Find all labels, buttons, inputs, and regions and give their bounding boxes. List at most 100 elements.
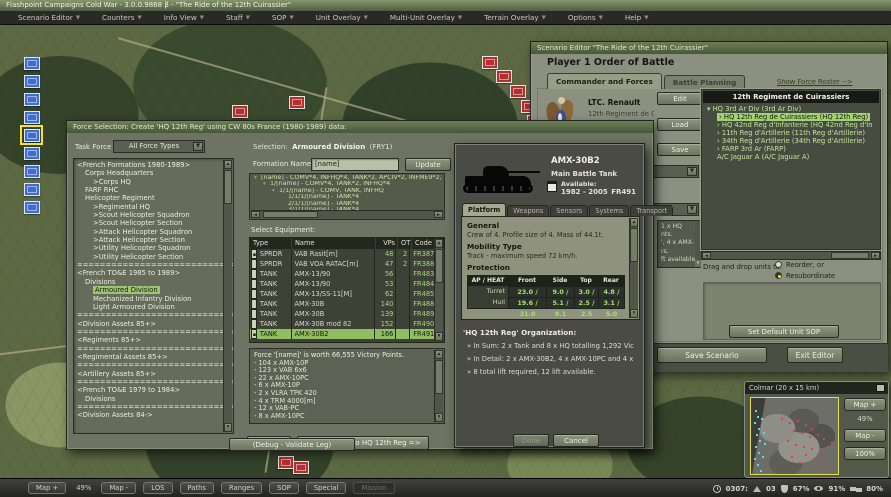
edit-button[interactable]: Edit [657, 92, 703, 105]
show-force-roster-link[interactable]: Show Force Roster --> [777, 78, 853, 86]
status-button[interactable]: Map + [28, 482, 66, 494]
scroll-up-icon[interactable]: ▴ [630, 218, 638, 227]
status-button[interactable]: Paths [180, 482, 214, 494]
minimap-thumbnail[interactable] [750, 397, 839, 475]
scroll-thumb[interactable] [224, 170, 232, 204]
checkbox[interactable] [250, 279, 259, 289]
unit-counter-blue[interactable] [24, 57, 40, 70]
expand-arrow-icon[interactable]: ▾ [254, 175, 261, 181]
exit-editor-button[interactable]: Exit Editor [787, 347, 843, 363]
table-row[interactable]: TANK AMX-13/90 56 FR483 [250, 269, 435, 279]
tree-item[interactable]: Armoured Division [74, 286, 233, 294]
checkbox[interactable] [250, 259, 259, 269]
tree-item[interactable]: › HQ 12th Reg de Cuirassiers (HQ 12th Re… [703, 113, 879, 121]
checkbox[interactable] [250, 289, 259, 299]
scrollbar-vertical[interactable]: ▴ ▾ [629, 218, 638, 318]
debug-validate-leg-button[interactable]: (Debug - Validate Leg) [229, 438, 355, 451]
force-selection-titlebar[interactable]: Force Selection: Create 'HQ 12th Reg' us… [67, 121, 653, 133]
checkbox[interactable] [250, 319, 259, 329]
tree-item[interactable]: <Regimental Assets 85+> [74, 353, 233, 361]
scroll-right-icon[interactable]: ▸ [434, 211, 443, 218]
set-default-unit-sop-button[interactable]: Set Default Unit SOP [729, 325, 839, 338]
table-row[interactable]: ▪ SPRDR VAB Rasit[m] 48 2 FR387 [250, 249, 435, 259]
scroll-down-icon[interactable]: ▾ [224, 423, 232, 432]
menu-item[interactable]: Unit Overlay ▼ [306, 13, 380, 22]
status-button[interactable]: SOP [269, 482, 299, 494]
tree-item[interactable]: >Utility Helicopter Section [74, 253, 233, 261]
scrollbar-vertical[interactable]: ▴ ▾ [223, 160, 232, 432]
tree-item[interactable]: Helicopter Regiment [74, 194, 233, 202]
scroll-down-icon[interactable]: ▾ [435, 332, 443, 341]
tree-item[interactable]: Light Armoured Division [74, 303, 233, 311]
radio-option[interactable]: Reorder, or [775, 259, 835, 270]
unit-counter-blue[interactable] [24, 165, 40, 178]
tree-item[interactable]: ▾ HQ 3rd Ar Div (3rd Ar Div) [703, 105, 879, 113]
tree-item[interactable]: › FARP 3rd Ar (FARP) [703, 145, 879, 153]
map-zoom-out-button[interactable]: Map - [844, 429, 886, 442]
table-row[interactable]: TANK AMX-13/90 53 FR484 [250, 279, 435, 289]
scroll-left-icon[interactable]: ◂ [251, 211, 260, 218]
scroll-left-icon[interactable]: ◂ [702, 252, 711, 259]
chevron-down-icon[interactable]: ▼ [687, 205, 697, 214]
scroll-up-icon[interactable]: ▴ [435, 350, 443, 359]
checkbox[interactable]: ▪ [250, 329, 259, 339]
tree-item[interactable]: A/C Jaguar A (A/C Jaguar A) [703, 153, 879, 161]
scroll-right-icon[interactable]: ▸ [871, 252, 880, 259]
tree-item[interactable]: >Regimental HQ [74, 203, 233, 211]
scrollbar-vertical[interactable]: ▴ ▾ [434, 350, 443, 422]
update-button[interactable]: Update [405, 158, 451, 171]
scroll-thumb[interactable] [435, 249, 443, 283]
unit-counter-red[interactable] [482, 56, 498, 69]
tree-item[interactable]: =================================== [74, 345, 233, 353]
tree-item[interactable]: >Attack Helicopter Squadron [74, 228, 233, 236]
save-button[interactable]: Save [657, 143, 703, 156]
scroll-thumb[interactable] [831, 252, 869, 259]
tree-item[interactable]: FARF RHC [74, 186, 233, 194]
menu-item[interactable]: Info View ▼ [154, 13, 216, 22]
radio-icon[interactable] [775, 272, 782, 279]
unit-counter-blue[interactable] [24, 183, 40, 196]
expand-arrow-icon[interactable]: ▾ [272, 188, 279, 194]
unit-counter-blue[interactable] [24, 93, 40, 106]
chevron-down-icon[interactable]: ▼ [687, 167, 697, 176]
scroll-up-icon[interactable]: ▴ [435, 239, 443, 248]
scroll-thumb[interactable] [263, 211, 318, 218]
table-row[interactable]: TANK AMX-13/SS-11[M] 62 FR485 [250, 289, 435, 299]
tree-item[interactable]: <French Formations 1980-1989> [74, 161, 233, 169]
unit-counter-blue[interactable] [24, 201, 40, 214]
map-zoom-in-button[interactable]: Map + [844, 398, 886, 411]
tree-item[interactable]: =================================== [74, 378, 233, 386]
tab[interactable]: Systems [589, 205, 629, 216]
tree-item[interactable]: =================================== [74, 311, 233, 319]
status-button[interactable]: Special [306, 482, 347, 494]
scroll-down-icon[interactable]: ▾ [630, 309, 638, 318]
tree-item[interactable]: <French TO&E 1979 to 1984> [74, 386, 233, 394]
tree-item[interactable]: =================================== [74, 328, 233, 336]
tree-item[interactable]: >Scout Helicopter Section [74, 219, 233, 227]
menu-item[interactable]: Scenario Editor ▼ [8, 13, 92, 22]
scrollbar-vertical[interactable]: ▴ ▾ [434, 239, 443, 341]
tab[interactable]: Commander and Forces [547, 73, 662, 89]
unit-counter-red[interactable] [278, 456, 294, 469]
scenario-editor-titlebar[interactable]: Scenario Editor "The Ride of the 12th Cu… [531, 42, 887, 54]
chevron-down-icon[interactable]: ▼ [193, 142, 203, 151]
tree-item[interactable]: <Division Assets 84-> [74, 411, 233, 419]
unit-counter-red[interactable] [496, 70, 512, 83]
tree-item[interactable]: <French TO&E 1985 to 1989> [74, 269, 233, 277]
menu-item[interactable]: Terrain Overlay ▼ [474, 13, 558, 22]
table-row[interactable]: TANK AMX-30B 140 FR488 [250, 299, 435, 309]
map-zoom-100-button[interactable]: 100% [844, 447, 886, 460]
tab[interactable]: Weapons [507, 205, 549, 216]
tab[interactable]: Transport [630, 205, 673, 216]
checkbox[interactable] [250, 309, 259, 319]
radio-option[interactable]: Resubordinate [775, 270, 835, 281]
table-row[interactable]: SPRDR VAB VOA RATAC[m] 47 2 FR388 [250, 259, 435, 269]
tree-item[interactable]: <Regiments 85+> [74, 336, 233, 344]
save-scenario-button[interactable]: Save Scenario [657, 347, 767, 363]
tree-item[interactable]: Corps Headquarters [74, 169, 233, 177]
tab[interactable]: Sensors [550, 205, 588, 216]
checkbox[interactable]: ▪ [250, 249, 259, 259]
expand-arrow-icon[interactable]: ▾ [263, 181, 270, 187]
tree-item[interactable]: =================================== [74, 261, 233, 269]
load-button[interactable]: Load [657, 118, 703, 131]
